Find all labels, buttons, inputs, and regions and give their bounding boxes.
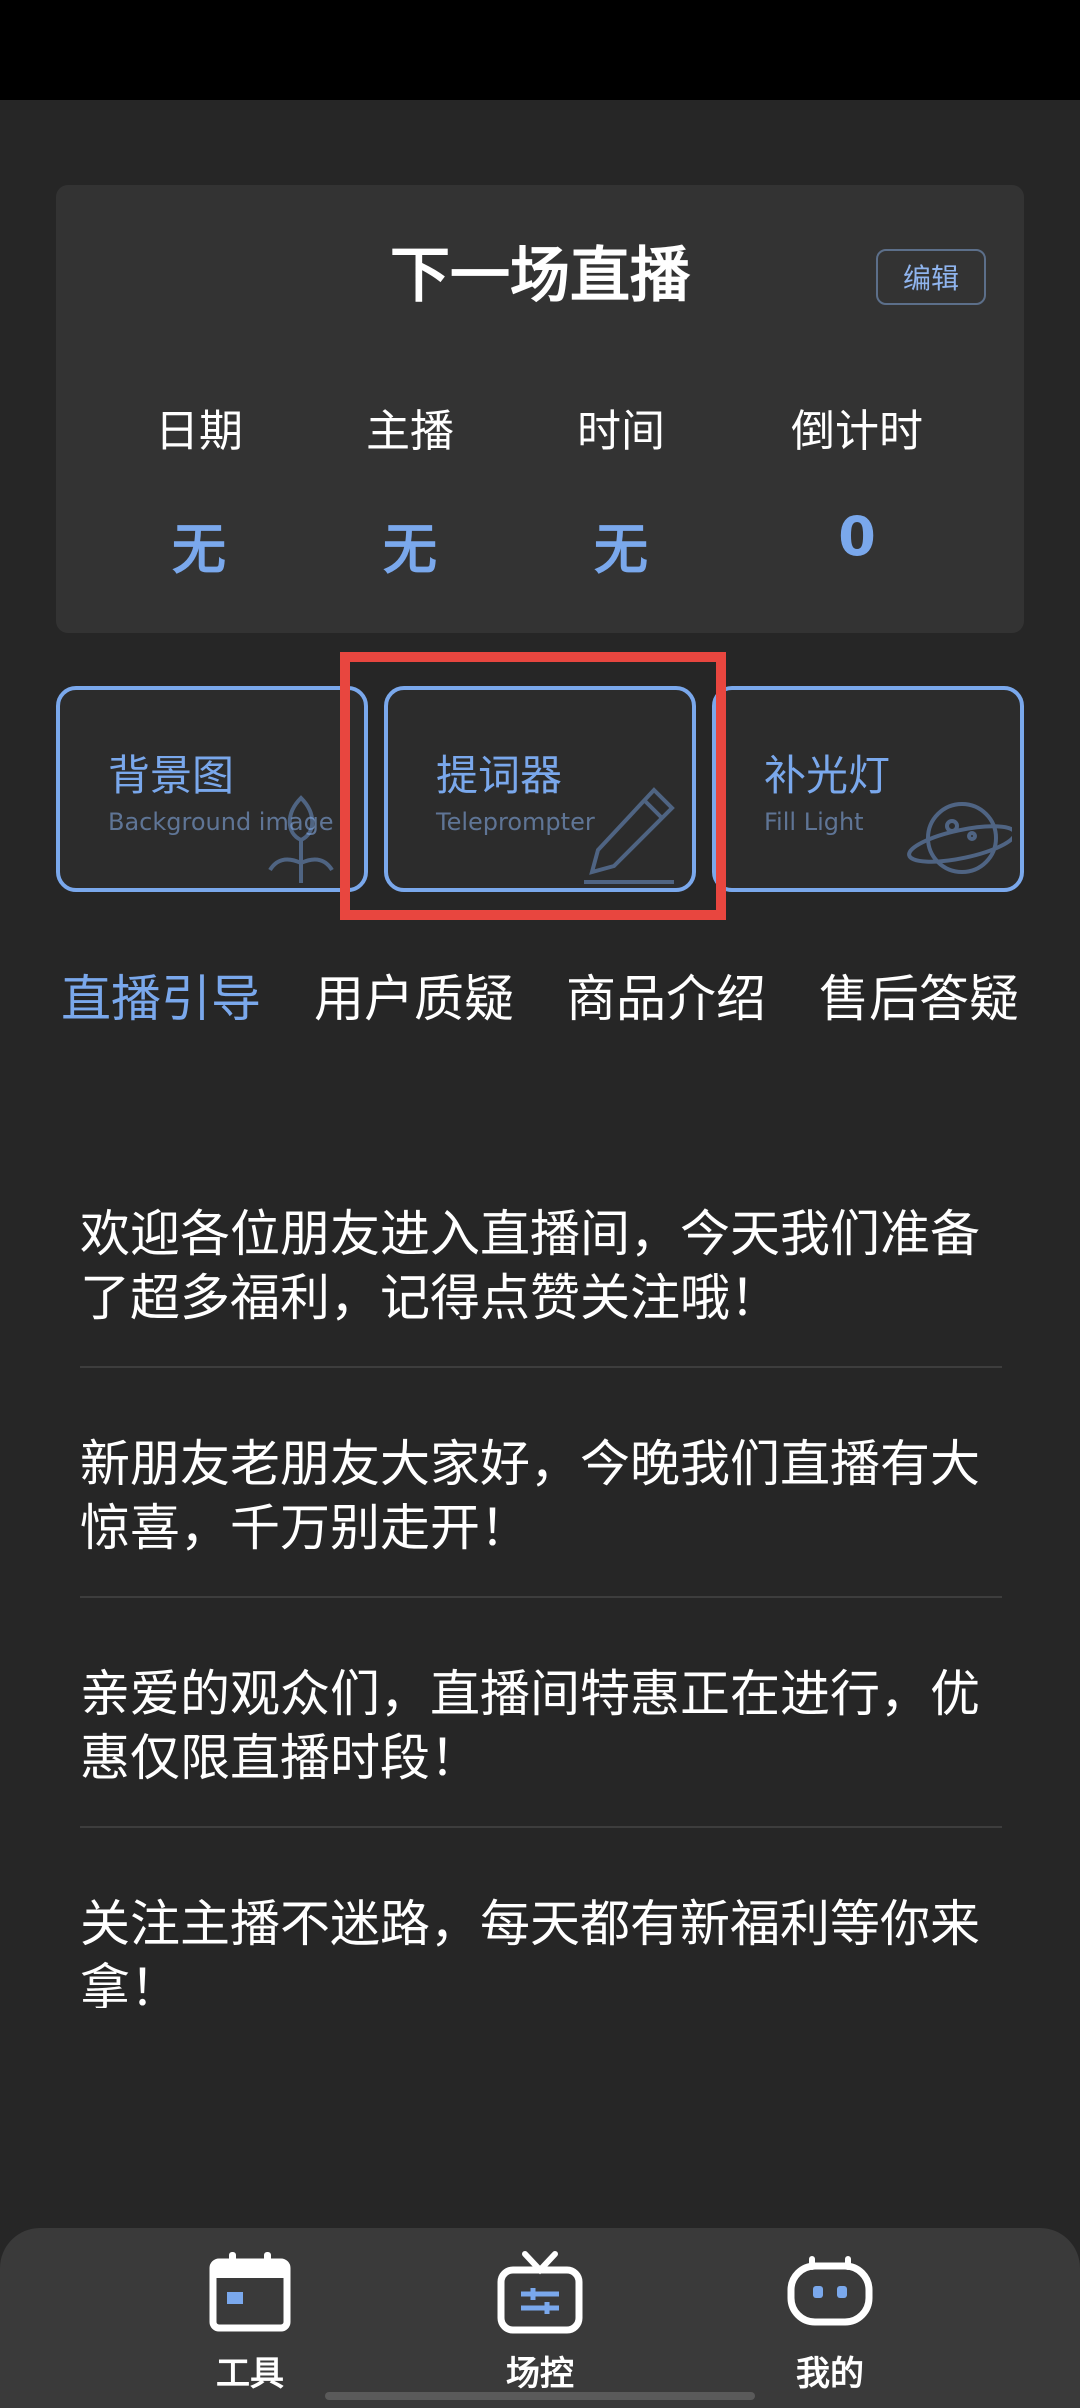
tv-icon [497,2251,583,2334]
script-item[interactable]: 关注主播不迷路，每天都有新福利等你来拿！ [80,1868,1002,2008]
tab-after-sales[interactable]: 售后答疑 [814,968,1024,1030]
countdown-label: 倒计时 [791,406,923,457]
nav-label: 场控 [506,2354,574,2394]
bottom-nav: 工具 场控 我的 [0,2228,1080,2408]
edit-button[interactable]: 编辑 [876,249,986,305]
teleprompter-tool[interactable]: 提词器 Teleprompter [384,686,696,892]
tool-row: 背景图 Background image 提词器 Teleprompter 补光… [56,686,1024,892]
background-image-tool[interactable]: 背景图 Background image [56,686,368,892]
tab-user-questions[interactable]: 用户质疑 [309,968,519,1030]
nav-label: 我的 [796,2354,864,2394]
flower-icon [268,795,334,883]
calendar-icon [209,2252,291,2332]
script-item[interactable]: 新朋友老朋友大家好，今晚我们直播有大惊喜，千万别走开！ [80,1408,1002,1598]
robot-icon [787,2256,873,2326]
tool-title: 提词器 [436,751,563,800]
tab-live-guide[interactable]: 直播引导 [56,968,266,1030]
category-tabs: 直播引导 用户质疑 商品介绍 售后答疑 [56,968,1024,1108]
status-bar [0,0,1080,100]
script-item[interactable]: 亲爱的观众们，直播间特惠正在进行，优惠仅限直播时段！ [80,1638,1002,1828]
nav-tools[interactable]: 工具 [160,2248,340,2395]
script-item[interactable]: 欢迎各位朋友进入直播间，今天我们准备了超多福利，记得点赞关注哦！ [80,1178,1002,1368]
tab-product-intro[interactable]: 商品介绍 [561,968,771,1030]
date-label: 日期 [155,406,243,457]
tool-title: 背景图 [108,751,235,800]
time-label: 时间 [577,406,665,457]
nav-label: 工具 [216,2354,284,2394]
next-live-card: 下一场直播 编辑 日期 主播 时间 倒计时 无 无 无 0 [56,185,1024,633]
countdown-value: 0 [838,505,876,568]
host-value: 无 [383,518,437,581]
home-indicator[interactable] [325,2392,755,2400]
tool-subtitle: Fill Light [764,808,864,836]
time-value: 无 [594,518,648,581]
pen-icon [584,787,675,884]
planet-icon [907,802,1012,874]
date-value: 无 [172,518,226,581]
nav-live-control[interactable]: 场控 [450,2248,630,2395]
fill-light-tool[interactable]: 补光灯 Fill Light [712,686,1024,892]
tool-subtitle: Teleprompter [436,808,595,836]
host-label: 主播 [366,406,454,457]
tool-title: 补光灯 [764,751,891,800]
nav-mine[interactable]: 我的 [740,2248,920,2395]
script-list[interactable]: 欢迎各位朋友进入直播间，今天我们准备了超多福利，记得点赞关注哦！ 新朋友老朋友大… [80,1178,1002,2008]
